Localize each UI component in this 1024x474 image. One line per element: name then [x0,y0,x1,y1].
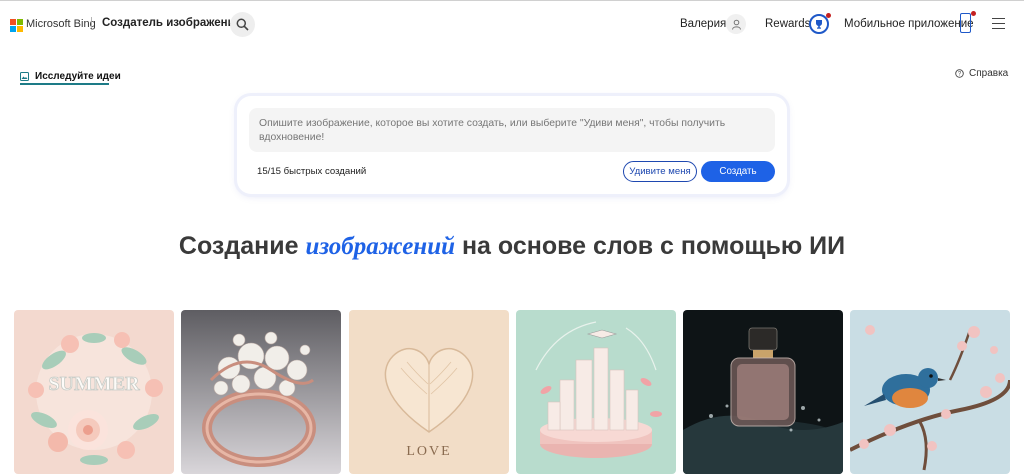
brand-name[interactable]: Microsoft Bing [26,18,96,30]
example-gallery: SUMMER LOVE [14,310,1014,474]
help-icon: ? [955,69,964,78]
surprise-me-button[interactable]: Удивите меня [623,161,697,182]
notification-dot [971,11,976,16]
mobile-phone-icon[interactable] [960,11,976,33]
tile-caption: LOVE [406,444,451,459]
headline-before: Создание [178,232,306,260]
search-button[interactable] [230,12,255,37]
prompt-card: Опишите изображение, которое вы хотите с… [237,96,787,194]
gallery-tile-perfume-bottle[interactable] [683,310,843,474]
page-headline: Создание изображений на основе слов с по… [0,232,1024,261]
help-link[interactable]: ? Справка [955,68,1008,79]
boosts-counter: 15/15 быстрых созданий [257,166,367,177]
gallery-tile-paper-heart[interactable]: LOVE [349,310,509,474]
gallery-tile-pearl-ring[interactable] [181,310,341,474]
rewards-trophy-icon[interactable] [809,13,831,34]
rewards-label[interactable]: Rewards [765,18,810,30]
prompt-input[interactable]: Опишите изображение, которое вы хотите с… [249,108,775,152]
notification-dot [826,13,831,18]
tile-caption: SUMMER [48,373,140,395]
tab-explore-label: Исследуйте идеи [35,70,121,82]
user-icon [731,19,741,30]
mobile-app-label[interactable]: Мобильное приложение [844,18,974,30]
gallery-tile-summer-wreath[interactable]: SUMMER [14,310,174,474]
trophy-icon [816,20,822,29]
app-title[interactable]: Создатель изображений [102,17,242,29]
gallery-tile-bird-on-branch[interactable] [850,310,1010,474]
help-label: Справка [969,68,1009,79]
active-tab-indicator [20,83,109,85]
header-separator: | [90,16,93,28]
create-button[interactable]: Создать [701,161,775,182]
image-icon [20,71,29,81]
hamburger-menu-icon[interactable] [992,18,1005,29]
user-name[interactable]: Валерия [680,18,726,30]
search-icon [236,18,249,31]
gallery-tile-paper-city[interactable] [516,310,676,474]
headline-after: на основе слов с помощью ИИ [455,232,846,260]
avatar[interactable] [726,14,746,34]
headline-accent: изображений [305,233,455,260]
microsoft-logo-icon[interactable] [10,19,23,32]
top-bar: Microsoft Bing | Создатель изображений В… [0,0,1024,48]
